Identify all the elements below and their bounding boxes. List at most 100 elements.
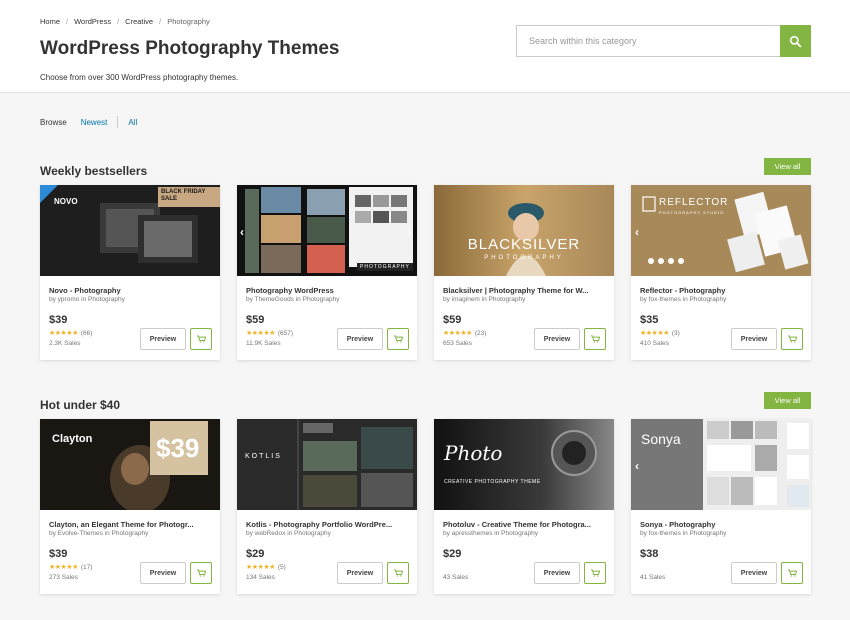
card-list: NOVO BLACK FRIDAY SALE Novo - Photograph… (40, 185, 811, 360)
theme-thumbnail[interactable]: Clayton $39 (40, 419, 220, 510)
browse-divider (117, 116, 119, 128)
theme-sales: 41 Sales (640, 574, 666, 581)
thumbnail-subtitle: CREATIVE PHOTOGRAPHY THEME (444, 479, 541, 485)
theme-sales: 653 Sales (443, 340, 472, 347)
breadcrumb-separator: / (66, 17, 69, 26)
breadcrumb-separator: / (159, 17, 162, 26)
rating-count: (657) (277, 329, 294, 337)
slider-prev-icon[interactable]: ‹ (635, 225, 639, 239)
search-button[interactable] (780, 25, 811, 57)
thumbnail-title: KOTLIS (245, 453, 282, 460)
browse-label: Browse (40, 117, 67, 127)
theme-thumbnail[interactable]: ‹ › PHOTOGRAPHY (237, 185, 417, 276)
search-bar (516, 25, 811, 57)
theme-title[interactable]: Photoluv - Creative Theme for Photogra..… (443, 520, 605, 529)
cart-icon (590, 335, 600, 343)
theme-author[interactable]: by ThemeGoods in Photography (246, 296, 339, 303)
theme-card-sonya[interactable]: ‹ Sonya Sonya - Photography by fox-theme… (631, 419, 811, 594)
theme-sales: 273 Sales (49, 574, 78, 581)
add-to-cart-button[interactable] (584, 562, 606, 584)
add-to-cart-button[interactable] (387, 328, 409, 350)
add-to-cart-button[interactable] (190, 328, 212, 350)
search-input[interactable] (516, 25, 780, 57)
theme-price: $29 (443, 548, 462, 560)
browse-option-all[interactable]: All (128, 118, 137, 127)
page-header: Home / WordPress / Creative / Photograph… (0, 0, 850, 93)
theme-thumbnail[interactable]: ‹ REFLECTOR PHOTOGRAPHY STUDIO (631, 185, 811, 276)
theme-title[interactable]: Reflector - Photography (640, 286, 802, 295)
theme-author[interactable]: by fox-themes in Photography (640, 296, 726, 303)
theme-rating: ★★★★★ (3) (640, 329, 680, 338)
theme-author[interactable]: by imaginem in Photography (443, 296, 525, 303)
theme-rating: ★★★★★ (5) (246, 563, 286, 572)
theme-author[interactable]: by webRedox in Photography (246, 530, 331, 537)
theme-thumbnail[interactable]: BLACKSILVER PHOTOGRAPHY (434, 185, 614, 276)
view-all-button[interactable]: View all (764, 392, 811, 409)
theme-title[interactable]: Photography WordPress (246, 286, 408, 295)
theme-thumbnail[interactable]: Photo CREATIVE PHOTOGRAPHY THEME (434, 419, 614, 510)
theme-card-reflector[interactable]: ‹ REFLECTOR PHOTOGRAPHY STUDIO Reflector… (631, 185, 811, 360)
preview-button[interactable]: Preview (534, 562, 580, 584)
section-title: Hot under $40 (40, 398, 121, 412)
view-all-button[interactable]: View all (764, 158, 811, 175)
add-to-cart-button[interactable] (781, 328, 803, 350)
add-to-cart-button[interactable] (190, 562, 212, 584)
search-icon (789, 35, 802, 47)
preview-button[interactable]: Preview (140, 562, 186, 584)
slider-next-icon[interactable]: › (408, 225, 412, 239)
theme-price: $38 (640, 548, 659, 560)
theme-title[interactable]: Clayton, an Elegant Theme for Photogr... (49, 520, 211, 529)
card-list: Clayton $39 Clayton, an Elegant Theme fo… (40, 419, 811, 594)
theme-title[interactable]: Sonya - Photography (640, 520, 802, 529)
slider-prev-icon[interactable]: ‹ (240, 225, 244, 239)
slider-prev-icon[interactable]: ‹ (635, 459, 639, 473)
cart-icon (787, 335, 797, 343)
cart-icon (196, 569, 206, 577)
theme-card-blacksilver[interactable]: BLACKSILVER PHOTOGRAPHY Blacksilver | Ph… (434, 185, 614, 360)
theme-card-novo[interactable]: NOVO BLACK FRIDAY SALE Novo - Photograph… (40, 185, 220, 360)
preview-button[interactable]: Preview (731, 328, 777, 350)
theme-author[interactable]: by apressthemes in Photography (443, 530, 538, 537)
theme-card-photoluv[interactable]: Photo CREATIVE PHOTOGRAPHY THEME Photolu… (434, 419, 614, 594)
thumbnail-subtitle: PHOTOGRAPHY STUDIO (659, 210, 725, 215)
breadcrumb-home[interactable]: Home (40, 17, 60, 26)
thumbnail-title: Clayton (52, 433, 93, 445)
preview-button[interactable]: Preview (534, 328, 580, 350)
theme-thumbnail[interactable]: NOVO BLACK FRIDAY SALE (40, 185, 220, 276)
breadcrumb-current: Photography (167, 17, 210, 26)
breadcrumb-wordpress[interactable]: WordPress (74, 17, 111, 26)
preview-button[interactable]: Preview (140, 328, 186, 350)
breadcrumb-creative[interactable]: Creative (125, 17, 153, 26)
preview-button[interactable]: Preview (337, 562, 383, 584)
theme-title[interactable]: Novo - Photography (49, 286, 211, 295)
add-to-cart-button[interactable] (584, 328, 606, 350)
rating-count: (23) (474, 329, 487, 337)
cart-icon (393, 569, 403, 577)
theme-author[interactable]: by fox-themes in Photography (640, 530, 726, 537)
add-to-cart-button[interactable] (387, 562, 409, 584)
theme-card-photography-wordpress[interactable]: ‹ › PHOTOGRAPHY Photography WordPress by… (237, 185, 417, 360)
theme-thumbnail[interactable]: KOTLIS (237, 419, 417, 510)
preview-button[interactable]: Preview (731, 562, 777, 584)
preview-button[interactable]: Preview (337, 328, 383, 350)
theme-author[interactable]: by Evolve-Themes in Photography (49, 530, 148, 537)
theme-card-kotlis[interactable]: KOTLIS Kotlis - Photography Portfolio Wo… (237, 419, 417, 594)
theme-thumbnail[interactable]: ‹ Sonya (631, 419, 811, 510)
theme-title[interactable]: Blacksilver | Photography Theme for W... (443, 286, 605, 295)
price-badge: $39 (156, 433, 200, 463)
theme-price: $29 (246, 548, 265, 560)
browse-option-newest[interactable]: Newest (81, 118, 108, 127)
cart-icon (393, 335, 403, 343)
add-to-cart-button[interactable] (781, 562, 803, 584)
theme-title[interactable]: Kotlis - Photography Portfolio WordPre..… (246, 520, 408, 529)
theme-sales: 410 Sales (640, 340, 669, 347)
cart-icon (196, 335, 206, 343)
theme-author[interactable]: by ypromo in Photography (49, 296, 125, 303)
star-rating-icon: ★★★★★ (246, 564, 275, 571)
rating-count: (17) (80, 563, 93, 571)
thumbnail-art (297, 419, 413, 510)
thumbnail-title: REFLECTOR (659, 197, 729, 208)
theme-price: $59 (246, 314, 265, 326)
thumbnail-subtitle: PHOTOGRAPHY (484, 255, 564, 261)
theme-card-clayton[interactable]: Clayton $39 Clayton, an Elegant Theme fo… (40, 419, 220, 594)
